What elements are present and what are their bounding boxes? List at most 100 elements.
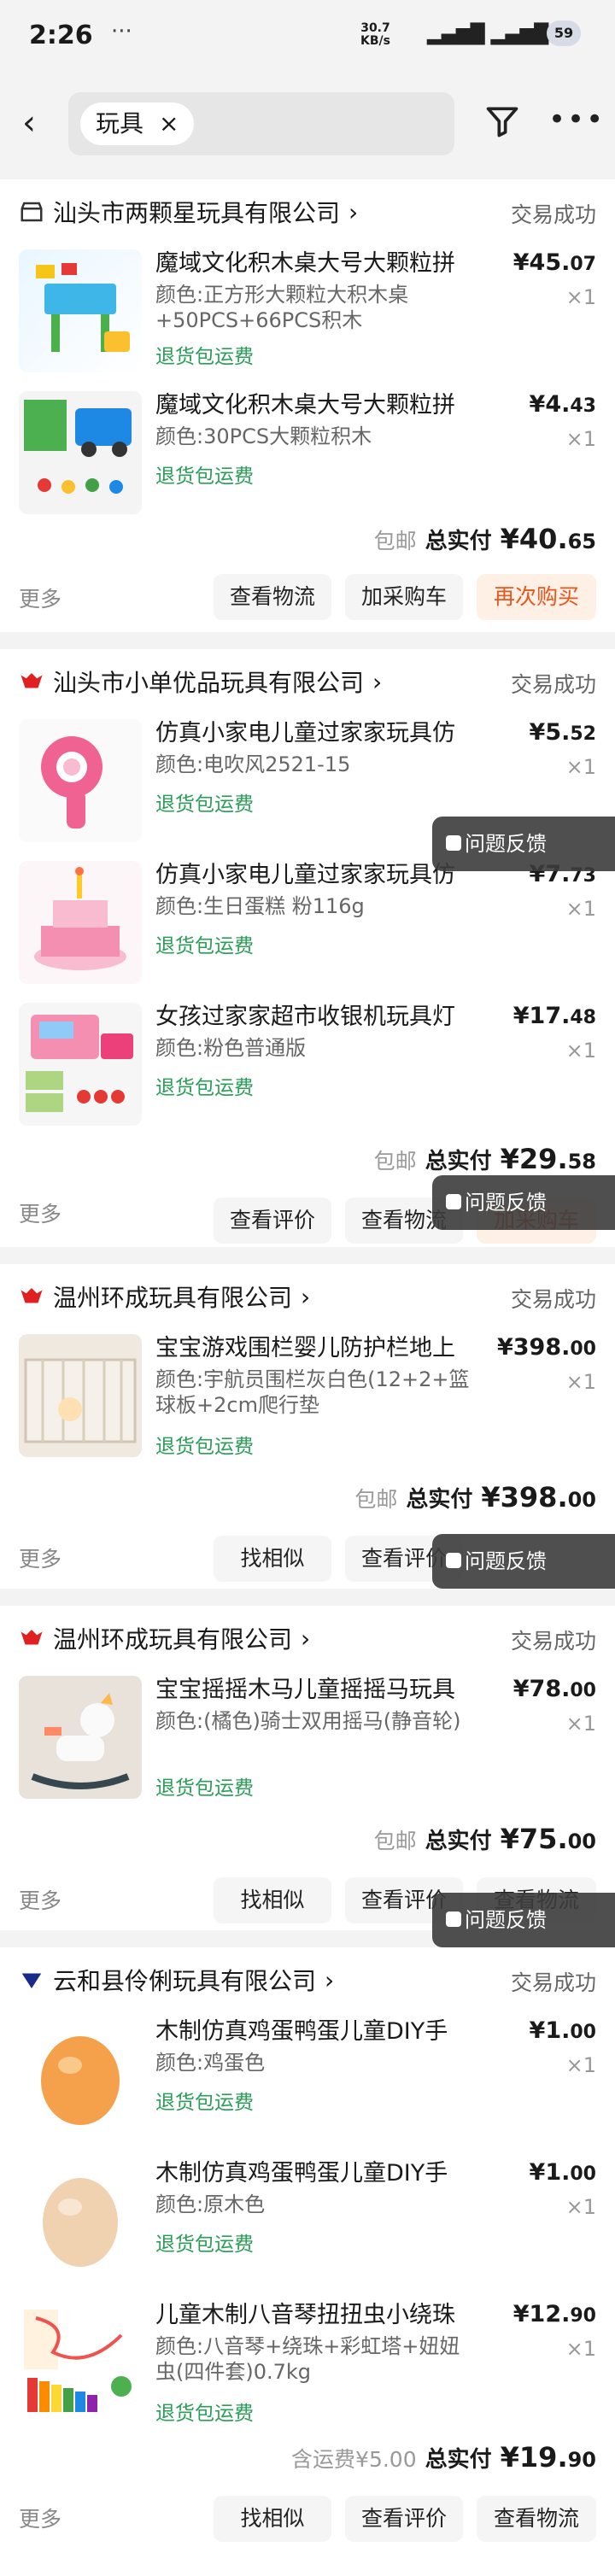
order-item[interactable]: 魔域文化积木桌大号大颗粒拼 颜色:30PCS大颗粒积木 退货包运费 ¥4.43 … (0, 391, 615, 528)
feedback-button[interactable]: 问题反馈 (432, 1893, 615, 1947)
product-spec: 颜色:正方形大颗粒大积木桌+50PCS+66PCS积木 (155, 283, 409, 332)
product-quantity: ×1 (565, 1039, 596, 1063)
more-link[interactable]: 更多 (19, 1884, 62, 1915)
order-total: 包邮 总实付 ¥40.65 (373, 523, 596, 555)
shop-badge-icon (20, 673, 43, 688)
order-status: 交易成功 (510, 672, 596, 697)
chat-icon (446, 1553, 461, 1568)
order-item[interactable]: 宝宝摇摇木马儿童摇摇马玩具 颜色:(橘色)骑士双用摇马(静音轮) 退货包运费 ¥… (0, 1676, 615, 1812)
product-spec: 颜色:宇航员围栏灰白色(12+2+篮球板+2cm爬行垫 (155, 1367, 470, 1417)
product-title: 魔域文化积木桌大号大颗粒拼 (155, 392, 455, 419)
product-image (19, 391, 142, 514)
buy-again-button[interactable]: 再次购买 (477, 574, 596, 620)
more-link[interactable]: 更多 (19, 583, 62, 613)
back-icon[interactable]: ‹ (22, 106, 48, 140)
product-quantity: ×1 (565, 2053, 596, 2077)
product-image (19, 2017, 142, 2140)
product-spec: 颜色:电吹风2521-15 (155, 752, 351, 776)
product-price: ¥17.48 (512, 1003, 596, 1029)
add-to-cart-button[interactable]: 加采购车 (345, 574, 463, 620)
product-image (19, 249, 142, 372)
view-review-button[interactable]: 查看评价 (345, 2496, 463, 2542)
product-image (19, 2301, 142, 2424)
order-card: 云和县伶俐玩具有限公司 › 交易成功 木制仿真鸡蛋鸭蛋儿童DIY手 颜色:鸡蛋色 … (0, 1947, 615, 2576)
product-price: ¥4.43 (529, 391, 596, 418)
product-quantity: ×1 (565, 897, 596, 921)
feedback-button[interactable]: 问题反馈 (432, 1175, 615, 1230)
order-item[interactable]: 木制仿真鸡蛋鸭蛋儿童DIY手 颜色:鸡蛋色 退货包运费 ¥1.00 ×1 (0, 2017, 615, 2154)
order-item[interactable]: 魔域文化积木桌大号大颗粒拼 颜色:正方形大颗粒大积木桌+50PCS+66PCS积… (0, 249, 615, 386)
product-image (19, 719, 142, 842)
return-policy: 退货包运费 (155, 1777, 254, 1800)
product-title: 宝宝游戏围栏婴儿防护栏地上 (155, 1335, 455, 1361)
return-policy: 退货包运费 (155, 346, 254, 368)
top-bar: ‹ 玩具 × ••• (0, 77, 615, 171)
return-policy: 退货包运费 (155, 793, 254, 816)
order-item[interactable]: 宝宝游戏围栏婴儿防护栏地上 颜色:宇航员围栏灰白色(12+2+篮球板+2cm爬行… (0, 1334, 615, 1471)
shop-name[interactable]: 汕头市两颗星玩具有限公司 › (19, 195, 358, 229)
battery-icon: 59 (547, 20, 581, 46)
order-status: 交易成功 (510, 202, 596, 227)
product-price: ¥78.00 (512, 1676, 596, 1702)
product-image (19, 1003, 142, 1126)
notification-dots: ··· (111, 19, 132, 44)
order-card: 汕头市两颗星玩具有限公司 › 交易成功 魔域文化积木桌大号大颗粒拼 颜色:正方形大… (0, 179, 615, 632)
product-quantity: ×1 (565, 2337, 596, 2361)
find-similar-button[interactable]: 找相似 (214, 1536, 331, 1582)
product-image (19, 1676, 142, 1799)
view-logistics-button[interactable]: 查看物流 (214, 574, 331, 620)
status-bar: 2:26 ··· 30.7 KB/s ▂▄▆█ ▂▄▆█ 59 (0, 0, 615, 77)
search-keyword: 玩具 (96, 109, 144, 138)
product-spec: 颜色:30PCS大颗粒积木 (155, 424, 372, 448)
order-total: 包邮 总实付 ¥75.00 (373, 1823, 596, 1855)
return-policy: 退货包运费 (155, 465, 254, 488)
shop-diamond-icon (21, 1973, 42, 1988)
search-keyword-chip[interactable]: 玩具 × (80, 102, 195, 145)
product-price: ¥1.00 (529, 2017, 596, 2044)
shop-name[interactable]: 汕头市小单优品玩具有限公司 › (19, 664, 382, 699)
filter-icon[interactable] (483, 102, 521, 140)
order-status: 交易成功 (510, 1629, 596, 1654)
product-spec: 颜色:原木色 (155, 2193, 266, 2216)
product-title: 宝宝摇摇木马儿童摇摇马玩具 (155, 1677, 455, 1703)
product-quantity: ×1 (565, 427, 596, 451)
product-title: 木制仿真鸡蛋鸭蛋儿童DIY手 (155, 2160, 448, 2187)
order-item[interactable]: 仿真小家电儿童过家家玩具仿 颜色:生日蛋糕 粉116g 退货包运费 ¥7.73 … (0, 861, 615, 998)
order-item[interactable]: 女孩过家家超市收银机玩具灯 颜色:粉色普通版 退货包运费 ¥17.48 ×1 (0, 1003, 615, 1139)
product-spec: 颜色:鸡蛋色 (155, 2051, 266, 2075)
clear-icon[interactable]: × (159, 102, 179, 145)
product-price: ¥45.07 (512, 249, 596, 276)
product-image (19, 2159, 142, 2282)
product-image (19, 861, 142, 984)
return-policy: 退货包运费 (155, 2234, 254, 2256)
return-policy: 退货包运费 (155, 1077, 254, 1099)
return-policy: 退货包运费 (155, 2092, 254, 2114)
more-link[interactable]: 更多 (19, 2503, 62, 2533)
product-spec: 颜色:生日蛋糕 粉116g (155, 894, 365, 918)
feedback-button[interactable]: 问题反馈 (432, 817, 615, 871)
shop-name[interactable]: 温州环成玩具有限公司 › (19, 1279, 310, 1314)
find-similar-button[interactable]: 找相似 (214, 1877, 331, 1923)
find-similar-button[interactable]: 找相似 (214, 2496, 331, 2542)
feedback-button[interactable]: 问题反馈 (432, 1534, 615, 1589)
search-box[interactable]: 玩具 × (68, 92, 454, 155)
return-policy: 退货包运费 (155, 2403, 254, 2425)
more-icon[interactable]: ••• (548, 102, 605, 137)
shop-name[interactable]: 温州环成玩具有限公司 › (19, 1621, 310, 1655)
product-title: 木制仿真鸡蛋鸭蛋儿童DIY手 (155, 2018, 448, 2045)
return-policy: 退货包运费 (155, 1436, 254, 1458)
order-status: 交易成功 (510, 1970, 596, 1995)
product-title: 仿真小家电儿童过家家玩具仿 (155, 862, 455, 888)
chat-icon (446, 1912, 461, 1927)
network-speed: 30.7 KB/s (360, 21, 390, 48)
order-item[interactable]: 儿童木制八音琴扭扭虫小绕珠 颜色:八音琴+绕珠+彩虹塔+妞妞虫(四件套)0.7k… (0, 2301, 615, 2438)
view-review-button[interactable]: 查看评价 (214, 1197, 331, 1244)
store-icon (20, 202, 43, 222)
product-title: 儿童木制八音琴扭扭虫小绕珠 (155, 2302, 455, 2328)
product-title: 仿真小家电儿童过家家玩具仿 (155, 720, 455, 746)
more-link[interactable]: 更多 (19, 1543, 62, 1573)
shop-name[interactable]: 云和县伶俐玩具有限公司 › (19, 1963, 334, 1997)
order-item[interactable]: 木制仿真鸡蛋鸭蛋儿童DIY手 颜色:原木色 退货包运费 ¥1.00 ×1 (0, 2159, 615, 2296)
more-link[interactable]: 更多 (19, 1197, 62, 1228)
view-logistics-button[interactable]: 查看物流 (477, 2496, 596, 2542)
